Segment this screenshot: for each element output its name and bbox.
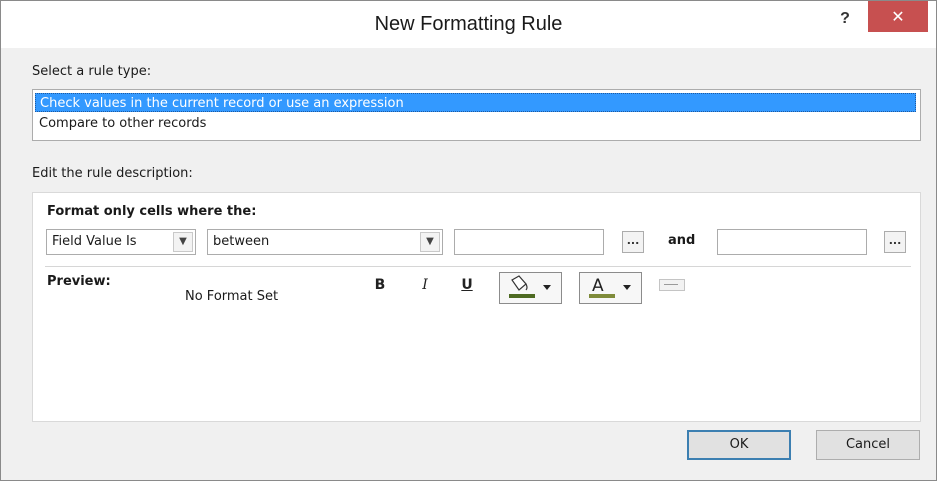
and-label: and	[668, 233, 696, 248]
rule-type-list[interactable]: Check values in the current record or us…	[32, 89, 921, 141]
operator-combo[interactable]: between ▼	[207, 229, 443, 255]
rule-description-panel: Format only cells where the: Field Value…	[32, 192, 921, 422]
rule-type-label: Select a rule type:	[32, 64, 152, 79]
fill-color-button[interactable]	[499, 272, 562, 304]
value1-builder-button[interactable]: ...	[622, 231, 644, 253]
value2-input[interactable]	[717, 229, 867, 255]
rule-type-item-check-values[interactable]: Check values in the current record or us…	[35, 93, 916, 112]
font-color-button[interactable]: A	[579, 272, 642, 304]
close-button[interactable]: ✕	[868, 1, 928, 32]
dialog-title: New Formatting Rule	[374, 13, 563, 35]
condition-combo[interactable]: Field Value Is ▼	[46, 229, 196, 255]
help-button[interactable]: ?	[833, 7, 857, 31]
preview-label: Preview:	[47, 274, 111, 289]
value2-builder-button[interactable]: ...	[884, 231, 906, 253]
bold-button[interactable]: B	[369, 274, 391, 296]
separator	[45, 266, 911, 267]
underline-button[interactable]: U	[456, 274, 478, 296]
italic-button[interactable]: I	[414, 274, 436, 296]
conditional-format-icon[interactable]	[659, 279, 685, 291]
chevron-down-icon[interactable]: ▼	[173, 232, 193, 252]
preview-text: No Format Set	[185, 289, 279, 304]
paint-bucket-icon	[509, 275, 551, 298]
new-formatting-rule-dialog: New Formatting Rule ? ✕ Select a rule ty…	[0, 0, 937, 481]
close-icon: ✕	[891, 7, 905, 26]
cancel-button[interactable]: Cancel	[816, 430, 920, 460]
format-preview-line	[664, 284, 678, 285]
rule-type-item-compare-records[interactable]: Compare to other records	[35, 114, 916, 133]
dropdown-arrow-icon	[623, 285, 631, 290]
title-bar[interactable]: New Formatting Rule ? ✕	[1, 1, 936, 48]
ok-button[interactable]: OK	[687, 430, 791, 460]
format-only-cells-label: Format only cells where the:	[47, 204, 257, 219]
value1-input[interactable]	[454, 229, 604, 255]
condition-combo-value: Field Value Is	[52, 234, 137, 249]
chevron-down-icon[interactable]: ▼	[420, 232, 440, 252]
rule-description-label: Edit the rule description:	[32, 166, 193, 181]
operator-combo-value: between	[213, 234, 270, 249]
